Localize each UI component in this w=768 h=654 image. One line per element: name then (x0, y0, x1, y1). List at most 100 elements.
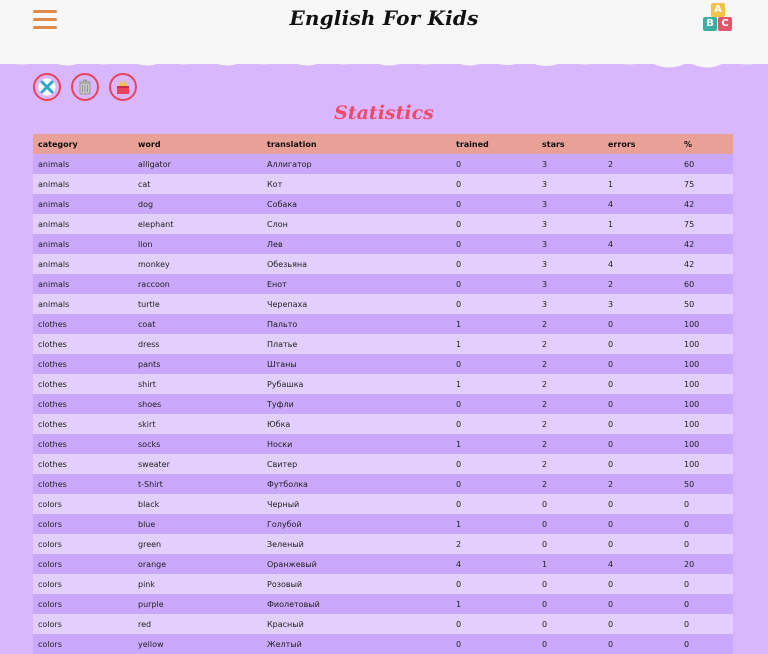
cell-percent: 100 (679, 434, 733, 454)
cell-translation: Розовый (262, 574, 451, 594)
cell-stars: 2 (537, 474, 603, 494)
cell-trained: 1 (451, 334, 537, 354)
column-header-category[interactable]: category (33, 134, 133, 154)
cell-trained: 1 (451, 314, 537, 334)
cell-stars: 3 (537, 194, 603, 214)
cell-word: alligator (133, 154, 262, 174)
cell-translation: Енот (262, 274, 451, 294)
cell-percent: 0 (679, 594, 733, 614)
cell-percent: 100 (679, 354, 733, 374)
close-button[interactable] (33, 73, 61, 101)
table-row: clothes coat Пальто 1 2 0 100 (33, 314, 733, 334)
cell-translation: Красный (262, 614, 451, 634)
cell-category: clothes (33, 454, 133, 474)
cell-stars: 2 (537, 374, 603, 394)
cell-errors: 2 (603, 154, 679, 174)
cell-category: colors (33, 574, 133, 594)
cell-percent: 42 (679, 254, 733, 274)
cell-stars: 2 (537, 454, 603, 474)
cell-trained: 0 (451, 494, 537, 514)
cell-category: colors (33, 534, 133, 554)
cell-errors: 1 (603, 214, 679, 234)
cell-percent: 0 (679, 614, 733, 634)
column-header-errors[interactable]: errors (603, 134, 679, 154)
cell-percent: 60 (679, 274, 733, 294)
cell-word: pink (133, 574, 262, 594)
table-row: colors pink Розовый 0 0 0 0 (33, 574, 733, 594)
cell-category: animals (33, 254, 133, 274)
column-header-percent[interactable]: % (679, 134, 733, 154)
cell-translation: Обезьяна (262, 254, 451, 274)
cell-category: clothes (33, 314, 133, 334)
close-icon (38, 78, 56, 96)
table-row: animals cat Кот 0 3 1 75 (33, 174, 733, 194)
cell-trained: 0 (451, 454, 537, 474)
cell-percent: 42 (679, 234, 733, 254)
cell-stars: 0 (537, 494, 603, 514)
table-row: colors green Зеленый 2 0 0 0 (33, 534, 733, 554)
table-row: animals raccoon Енот 0 3 2 60 (33, 274, 733, 294)
cell-errors: 0 (603, 354, 679, 374)
cell-stars: 2 (537, 414, 603, 434)
cell-word: purple (133, 594, 262, 614)
cell-category: animals (33, 274, 133, 294)
cell-category: colors (33, 634, 133, 654)
table-body: animals alligator Аллигатор 0 3 2 60 animals cat… (33, 154, 733, 654)
cell-category: clothes (33, 394, 133, 414)
cell-translation: Платье (262, 334, 451, 354)
cell-stars: 3 (537, 234, 603, 254)
cell-percent: 42 (679, 194, 733, 214)
cell-stars: 0 (537, 634, 603, 654)
cell-trained: 2 (451, 534, 537, 554)
cell-errors: 0 (603, 614, 679, 634)
reset-button[interactable] (71, 73, 99, 101)
box-icon (117, 80, 129, 94)
cell-stars: 0 (537, 534, 603, 554)
column-header-translation[interactable]: translation (262, 134, 451, 154)
statistics-table: category word translation trained stars error… (33, 134, 733, 654)
cell-trained: 0 (451, 394, 537, 414)
column-header-stars[interactable]: stars (537, 134, 603, 154)
cell-word: elephant (133, 214, 262, 234)
table-row: clothes dress Платье 1 2 0 100 (33, 334, 733, 354)
table-row: colors black Черный 0 0 0 0 (33, 494, 733, 514)
cell-trained: 4 (451, 554, 537, 574)
cell-translation: Футболка (262, 474, 451, 494)
cell-word: sweater (133, 454, 262, 474)
cell-word: green (133, 534, 262, 554)
cell-percent: 50 (679, 474, 733, 494)
cell-errors: 0 (603, 414, 679, 434)
cell-errors: 4 (603, 554, 679, 574)
cell-word: lion (133, 234, 262, 254)
cell-trained: 0 (451, 634, 537, 654)
cell-percent: 100 (679, 374, 733, 394)
cell-trained: 0 (451, 474, 537, 494)
cell-errors: 2 (603, 474, 679, 494)
cell-translation: Лев (262, 234, 451, 254)
cell-word: skirt (133, 414, 262, 434)
cell-stars: 2 (537, 354, 603, 374)
cell-translation: Свитер (262, 454, 451, 474)
cell-word: red (133, 614, 262, 634)
cell-word: dress (133, 334, 262, 354)
cell-translation: Туфли (262, 394, 451, 414)
cell-trained: 0 (451, 274, 537, 294)
table-row: colors red Красный 0 0 0 0 (33, 614, 733, 634)
cell-category: colors (33, 614, 133, 634)
train-difficult-button[interactable] (109, 73, 137, 101)
column-header-trained[interactable]: trained (451, 134, 537, 154)
cell-category: animals (33, 234, 133, 254)
cell-translation: Штаны (262, 354, 451, 374)
cell-category: animals (33, 294, 133, 314)
app-title: English For Kids (289, 6, 479, 30)
cell-stars: 0 (537, 594, 603, 614)
cell-translation: Кот (262, 174, 451, 194)
cell-stars: 2 (537, 314, 603, 334)
column-header-word[interactable]: word (133, 134, 262, 154)
cell-stars: 3 (537, 174, 603, 194)
cell-percent: 0 (679, 634, 733, 654)
cell-percent: 0 (679, 574, 733, 594)
cell-trained: 0 (451, 354, 537, 374)
cell-translation: Фиолетовый (262, 594, 451, 614)
cell-percent: 100 (679, 314, 733, 334)
